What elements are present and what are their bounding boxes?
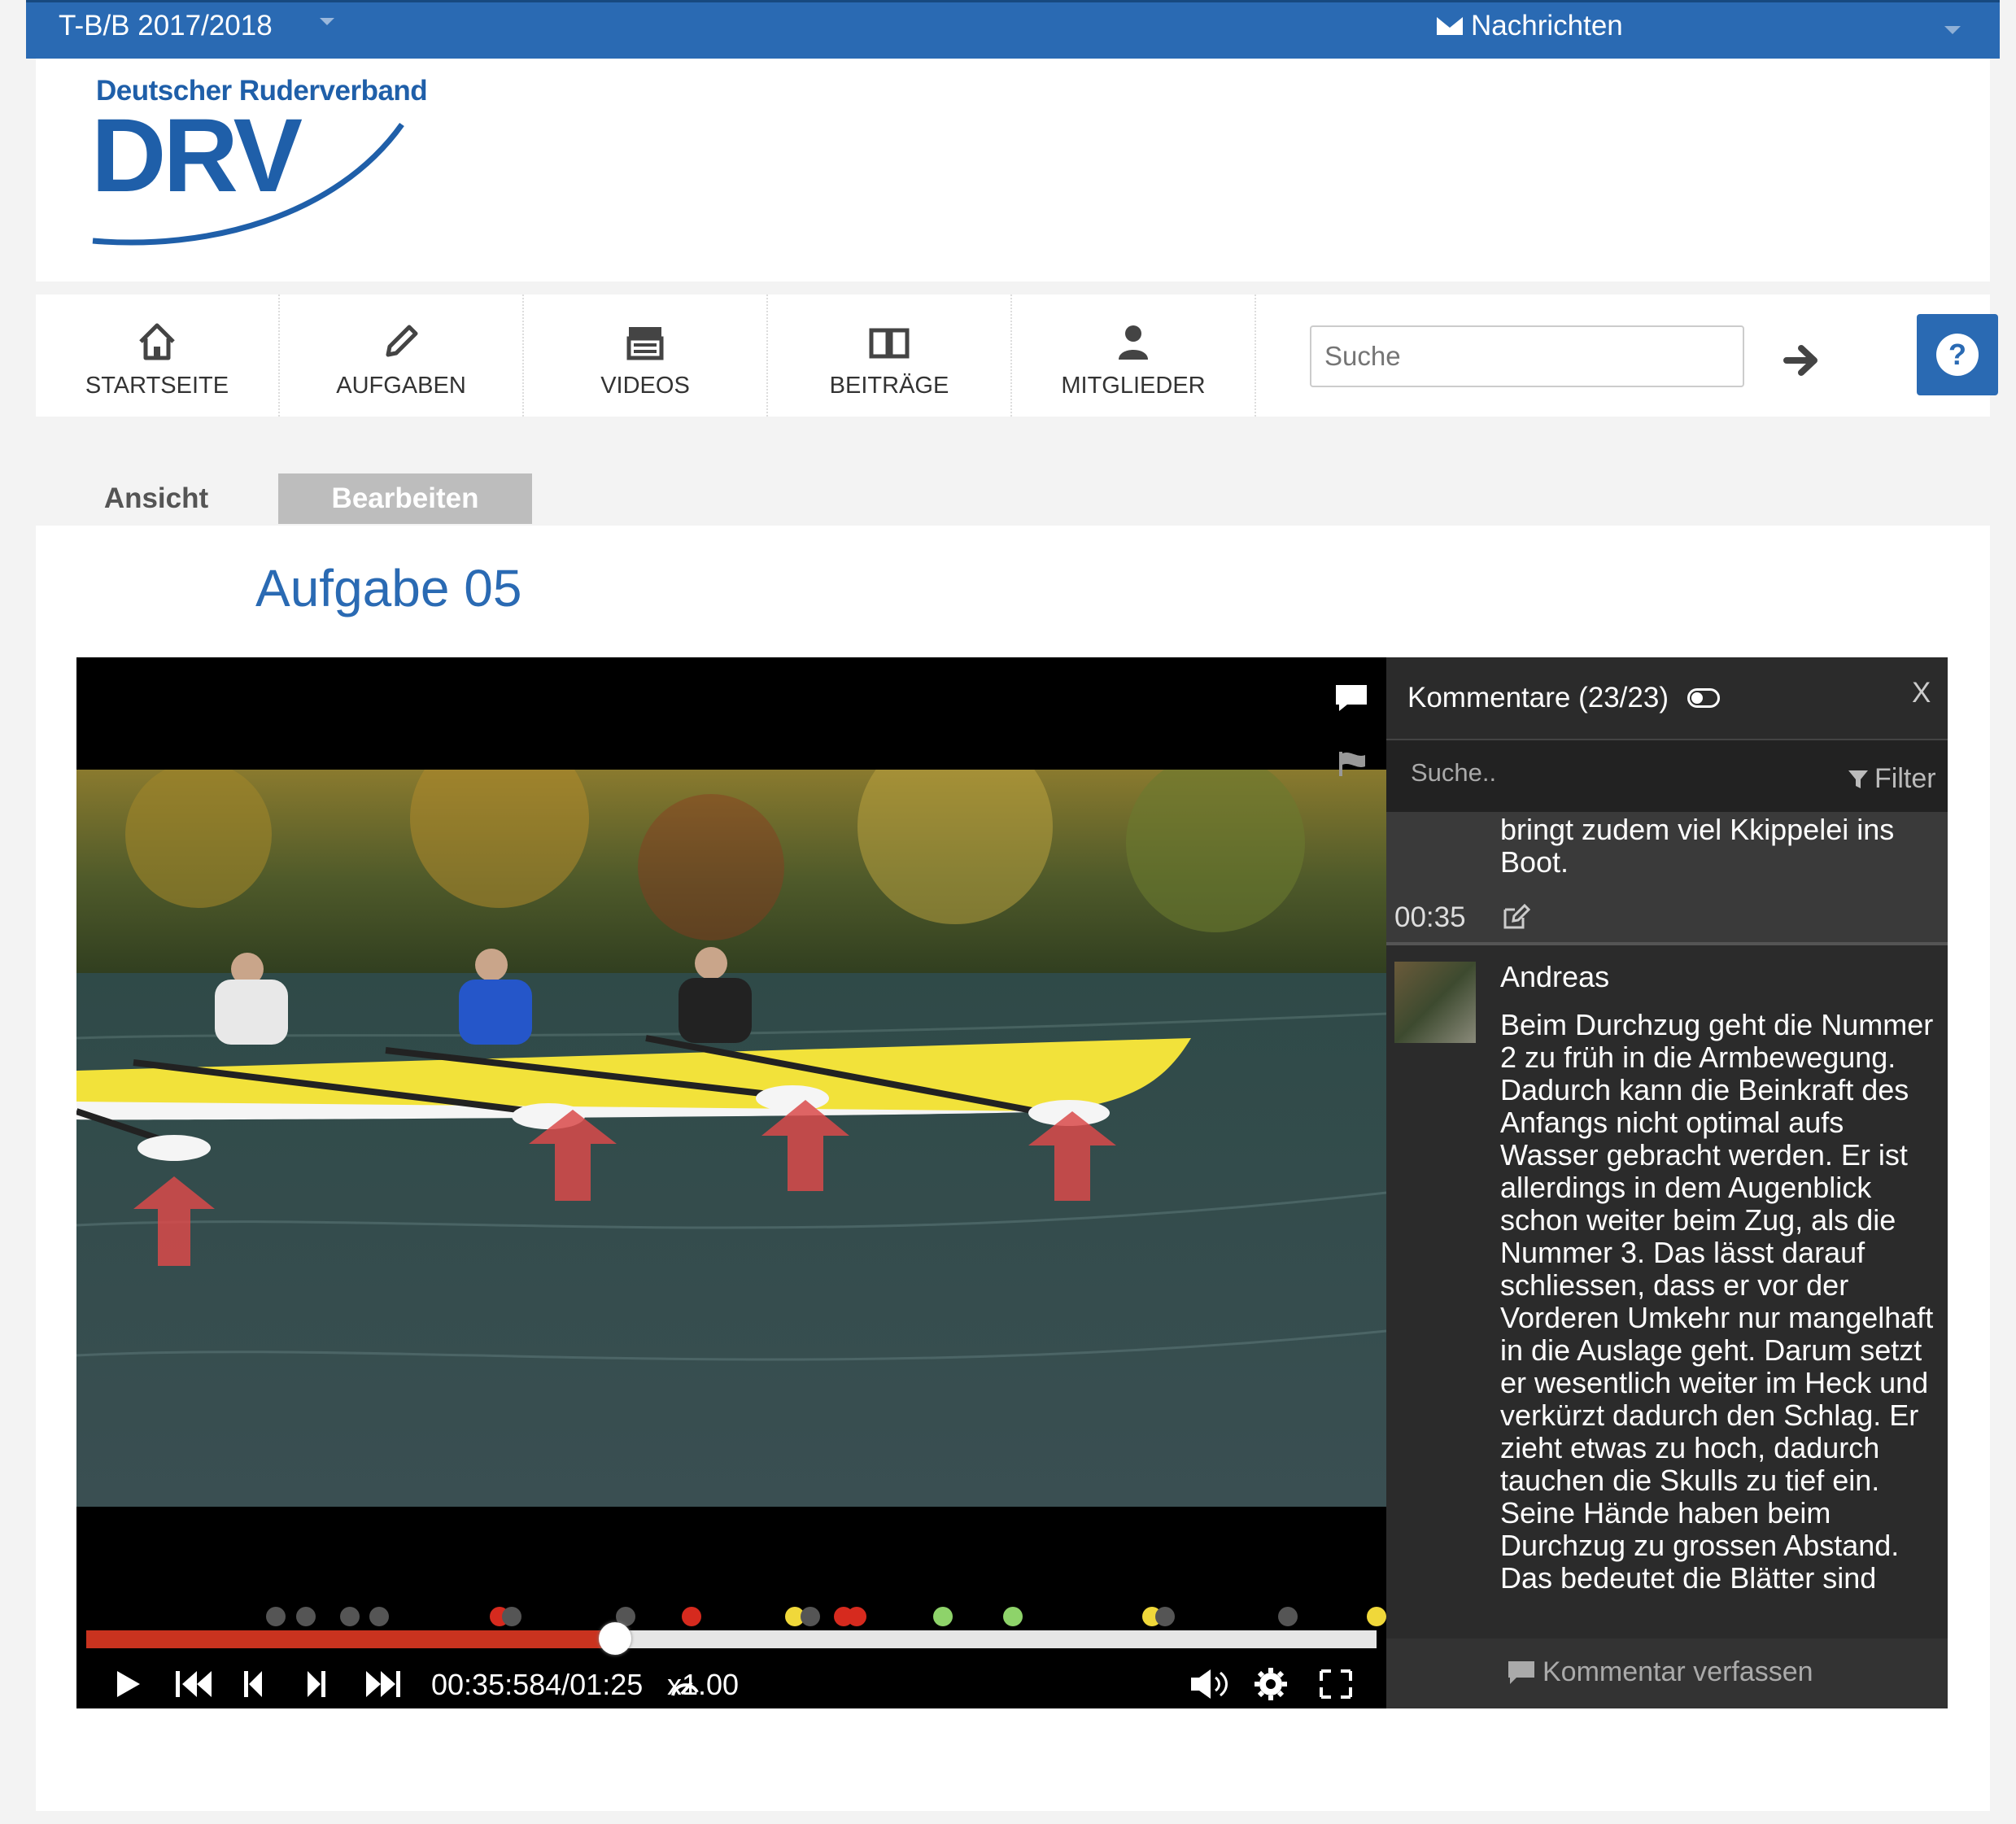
messages-link[interactable]: Nachrichten — [1437, 10, 1623, 42]
volume-icon[interactable] — [1191, 1669, 1228, 1699]
progress-fill — [86, 1630, 616, 1648]
timeline-marker[interactable] — [369, 1607, 390, 1626]
progress-handle[interactable] — [599, 1622, 632, 1655]
svg-text:?: ? — [1948, 338, 1966, 371]
pencil-icon — [386, 325, 418, 357]
tab-ansicht[interactable]: Ansicht — [36, 473, 277, 524]
clapperboard-icon — [626, 327, 664, 360]
timeline-marker[interactable] — [681, 1607, 701, 1626]
user-icon — [1119, 325, 1148, 360]
funnel-icon — [1848, 770, 1868, 788]
nav-videos[interactable]: VIDEOS — [524, 295, 768, 417]
filter-button[interactable]: Filter — [1847, 763, 1936, 795]
nav-label: AUFGABEN — [336, 373, 466, 399]
comment-text: bringt zudem viel Kkippelei ins Boot. — [1500, 813, 1895, 879]
gear-icon[interactable] — [1255, 1668, 1287, 1700]
play-icon[interactable] — [117, 1671, 140, 1697]
filter-label: Filter — [1874, 763, 1936, 794]
envelope-icon — [1437, 17, 1463, 35]
nav-label: MITGLIEDER — [1061, 373, 1206, 399]
comment-author: Andreas — [1500, 960, 1610, 993]
timeline-marker[interactable] — [339, 1607, 360, 1626]
nav-beitraege[interactable]: BEITRÄGE — [768, 295, 1012, 417]
write-comment-label: Kommentar verfassen — [1543, 1656, 1813, 1687]
comments-title: Kommentare (23/23) — [1407, 682, 1669, 713]
comments-toggle[interactable] — [1687, 688, 1720, 708]
close-button[interactable]: X — [1912, 677, 1931, 709]
arrow-right-icon[interactable] — [1783, 342, 1822, 379]
book-icon — [869, 328, 910, 359]
timeline-marker[interactable] — [1367, 1607, 1386, 1626]
timeline-marker[interactable] — [846, 1607, 866, 1626]
logo-swoosh-icon — [92, 122, 404, 246]
speed-display[interactable]: x1.00 — [667, 1668, 739, 1702]
timeline-marker[interactable] — [266, 1607, 286, 1626]
skip-forward-icon[interactable] — [366, 1671, 400, 1697]
nav-label: BEITRÄGE — [829, 373, 949, 399]
timeline-marker[interactable] — [1154, 1607, 1175, 1626]
page-title: Aufgabe 05 — [255, 559, 522, 617]
edit-icon[interactable] — [1502, 903, 1531, 931]
top-bar — [26, 0, 2000, 59]
search-input[interactable] — [1310, 325, 1744, 387]
timeline-marker[interactable] — [295, 1607, 316, 1626]
flag-icon[interactable] — [1337, 750, 1368, 778]
skip-back-icon[interactable] — [176, 1671, 212, 1697]
nav-mitglieder[interactable]: MITGLIEDER — [1012, 295, 1256, 417]
nav-startseite[interactable]: STARTSEITE — [36, 295, 280, 417]
nav-aufgaben[interactable]: AUFGABEN — [280, 295, 524, 417]
chevron-down-icon[interactable] — [1944, 26, 1961, 34]
timeline-marker[interactable] — [933, 1607, 953, 1626]
home-icon — [139, 323, 175, 360]
time-display: 00:35:584/01:25 — [431, 1668, 644, 1701]
tab-bearbeiten[interactable]: Bearbeiten — [278, 473, 532, 524]
chat-icon[interactable] — [1334, 683, 1368, 713]
nav-label: STARTSEITE — [85, 373, 229, 399]
nav-label: VIDEOS — [600, 373, 690, 399]
season-selector[interactable]: T-B/B 2017/2018 — [59, 10, 273, 42]
comments-search-input[interactable]: Suche.. — [1411, 758, 1496, 788]
write-comment-button[interactable]: Kommentar verfassen — [1507, 1656, 1813, 1688]
video-image — [76, 770, 1386, 1507]
comment-thumbnail[interactable] — [1394, 962, 1476, 1043]
question-icon: ? — [1936, 334, 1979, 376]
timeline-marker[interactable] — [1002, 1607, 1023, 1626]
timeline-marker[interactable] — [1277, 1607, 1298, 1626]
chevron-down-icon[interactable] — [320, 18, 334, 25]
comment-icon — [1508, 1660, 1534, 1684]
timeline-marker[interactable] — [800, 1607, 820, 1626]
video-frame[interactable] — [76, 770, 1386, 1507]
step-back-icon[interactable] — [244, 1671, 262, 1697]
divider — [1386, 942, 1948, 945]
help-button[interactable]: ? — [1917, 314, 1998, 395]
comment-timestamp[interactable]: 00:35 — [1394, 901, 1466, 934]
comment-text: Beim Durchzug geht die Nummer 2 zu früh … — [1500, 1009, 1934, 1595]
fullscreen-icon[interactable] — [1320, 1669, 1352, 1699]
messages-label: Nachrichten — [1471, 10, 1623, 41]
step-forward-icon[interactable] — [308, 1671, 325, 1697]
